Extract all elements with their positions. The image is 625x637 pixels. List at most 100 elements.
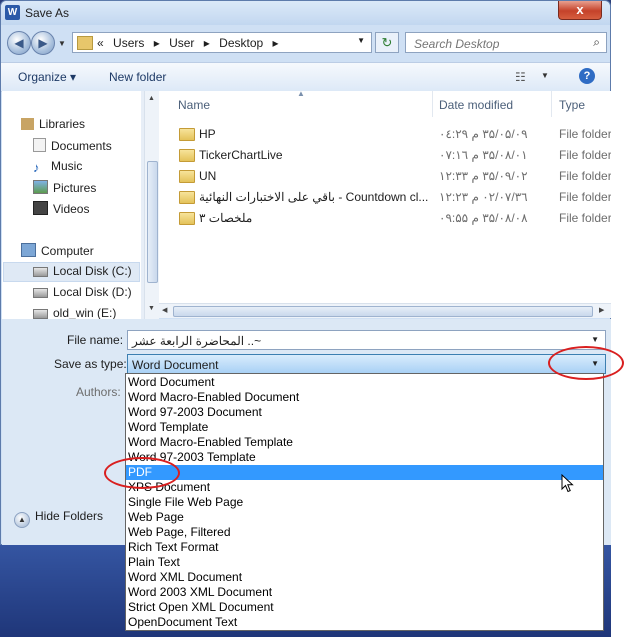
- address-dropdown-icon[interactable]: ▼: [357, 36, 365, 45]
- scrollbar-thumb[interactable]: [173, 306, 593, 317]
- breadcrumb: « Users ▸ User ▸ Desktop ▸: [97, 36, 285, 50]
- close-button[interactable]: x: [558, 1, 602, 20]
- scroll-left-icon[interactable]: ◀: [162, 306, 167, 314]
- column-separator[interactable]: [551, 91, 552, 117]
- dropdown-option[interactable]: Rich Text Format: [126, 540, 603, 555]
- nav-item-music[interactable]: ♪ Music: [33, 159, 82, 175]
- nav-item-pictures[interactable]: Pictures: [33, 180, 96, 195]
- dropdown-option[interactable]: OpenDocument Text: [126, 615, 603, 630]
- dropdown-option-pdf[interactable]: PDF: [126, 465, 603, 480]
- file-date: ۳۵/۰۸/۰۸ م ۰۹:۵۵: [439, 211, 528, 225]
- new-folder-button[interactable]: New folder: [109, 70, 166, 84]
- breadcrumb-desktop[interactable]: Desktop: [219, 36, 263, 50]
- search-input[interactable]: [412, 35, 586, 52]
- dropdown-option[interactable]: Plain Text: [126, 555, 603, 570]
- file-name: HP: [199, 127, 216, 141]
- table-row[interactable]: ملخصات ۳ ۳۵/۰۸/۰۸ م ۰۹:۵۵ File folder: [159, 208, 611, 228]
- dropdown-option[interactable]: Web Page, Filtered: [126, 525, 603, 540]
- dropdown-option[interactable]: Word 2003 XML Document: [126, 585, 603, 600]
- file-list: Name ▲ Date modified Type HP ۳۵/۰۵/۰۹ م …: [159, 91, 611, 303]
- save-as-type-select[interactable]: Word Document ▼: [127, 354, 606, 374]
- scroll-right-icon[interactable]: ▶: [599, 306, 604, 314]
- dropdown-option[interactable]: Web Page: [126, 510, 603, 525]
- dropdown-option[interactable]: Word 97-2003 Template: [126, 450, 603, 465]
- dropdown-option[interactable]: Word Template: [126, 420, 603, 435]
- table-row[interactable]: TickerChartLive ۳۵/۰۸/۰۱ م ۰۷:۱٦ File fo…: [159, 145, 611, 165]
- breadcrumb-separator-icon[interactable]: ▸: [204, 36, 210, 50]
- column-header-name[interactable]: Name: [178, 98, 210, 112]
- table-row[interactable]: باقي على الاختبارات النهائية - Countdown…: [159, 187, 611, 207]
- table-row[interactable]: HP ۳۵/۰۵/۰۹ م ۰٤:۲۹ File folder: [159, 124, 611, 144]
- dropdown-option[interactable]: Strict Open XML Document: [126, 600, 603, 615]
- videos-icon: [33, 201, 48, 215]
- hide-folders-button[interactable]: ▲ Hide Folders: [14, 509, 103, 528]
- mouse-cursor-icon: [561, 474, 574, 493]
- disk-icon: [33, 309, 48, 319]
- dropdown-option[interactable]: Single File Web Page: [126, 495, 603, 510]
- pictures-icon: [33, 180, 48, 194]
- save-as-type-label: Save as type:: [54, 357, 127, 371]
- file-name-field[interactable]: ~.. المحاضرة الرابعة عشر ▼: [127, 330, 606, 350]
- nav-item-libraries[interactable]: Libraries: [21, 117, 85, 131]
- documents-icon: [33, 138, 46, 152]
- breadcrumb-separator-icon[interactable]: ▸: [273, 36, 279, 50]
- file-type: File folder: [559, 127, 611, 141]
- view-options-dropdown-icon[interactable]: ▼: [541, 71, 549, 80]
- file-type: File folder: [559, 211, 611, 225]
- table-row[interactable]: UN ۳۵/۰۹/۰۲ م ۱۲:۳۳ File folder: [159, 166, 611, 186]
- address-bar[interactable]: « Users ▸ User ▸ Desktop ▸ ▼: [72, 32, 372, 53]
- recent-pages-dropdown-icon[interactable]: ▼: [58, 39, 66, 48]
- breadcrumb-separator-icon[interactable]: ▸: [154, 36, 160, 50]
- nav-item-local-disk-d[interactable]: Local Disk (D:): [33, 285, 132, 299]
- file-type: File folder: [559, 190, 611, 204]
- breadcrumb-user[interactable]: User: [169, 36, 194, 50]
- scroll-down-icon[interactable]: ▼: [148, 305, 155, 312]
- breadcrumb-overflow[interactable]: «: [97, 36, 104, 50]
- back-button[interactable]: ◀: [7, 31, 31, 55]
- dropdown-option[interactable]: Word Document: [126, 375, 603, 390]
- nav-item-old-win-e[interactable]: old_win (E:): [33, 306, 116, 319]
- nav-item-computer[interactable]: Computer: [21, 243, 94, 258]
- dropdown-option[interactable]: Word 97-2003 Document: [126, 405, 603, 420]
- help-icon[interactable]: ?: [579, 68, 595, 84]
- organize-button[interactable]: Organize ▾: [18, 70, 76, 84]
- chevron-down-icon[interactable]: ▼: [591, 335, 599, 344]
- breadcrumb-users[interactable]: Users: [113, 36, 144, 50]
- file-date: ۳۵/۰۸/۰۱ م ۰۷:۱٦: [439, 148, 528, 162]
- disk-icon: [33, 267, 48, 277]
- nav-item-local-disk-c[interactable]: Local Disk (C:): [33, 264, 132, 278]
- folder-location-icon: [77, 36, 93, 50]
- dropdown-option[interactable]: Word XML Document: [126, 570, 603, 585]
- computer-icon: [21, 243, 36, 257]
- dropdown-option[interactable]: Word Macro-Enabled Template: [126, 435, 603, 450]
- column-separator[interactable]: [432, 91, 433, 117]
- nav-item-label: Videos: [53, 202, 90, 216]
- file-name-label: File name:: [67, 333, 124, 347]
- nav-item-label: Documents: [51, 139, 112, 153]
- file-list-horizontal-scrollbar[interactable]: ◀ ▶: [159, 303, 611, 318]
- file-name: TickerChartLive: [199, 148, 283, 162]
- dropdown-option[interactable]: Word Macro-Enabled Document: [126, 390, 603, 405]
- scrollbar-thumb[interactable]: [147, 161, 158, 283]
- refresh-button[interactable]: ↻: [375, 32, 399, 53]
- title-bar: W Save As x: [1, 1, 610, 25]
- dropdown-option[interactable]: XPS Document: [126, 480, 603, 495]
- change-view-icon[interactable]: ☷: [515, 70, 526, 84]
- file-name-value: ~.. المحاضرة الرابعة عشر: [132, 334, 262, 348]
- nav-item-videos[interactable]: Videos: [33, 201, 89, 216]
- folder-icon: [179, 191, 195, 204]
- forward-button[interactable]: ▶: [31, 31, 55, 55]
- search-box[interactable]: ⌕: [405, 32, 607, 53]
- annotation-ellipse-pdf: [104, 457, 180, 489]
- scroll-up-icon[interactable]: ▲: [148, 95, 155, 102]
- desktop-background-right: [611, 0, 625, 637]
- nav-item-label: Libraries: [39, 117, 86, 131]
- save-as-type-value: Word Document: [132, 358, 219, 372]
- command-bar: Organize ▾ New folder ☷ ▼ ?: [1, 62, 610, 92]
- nav-item-label: Local Disk (D:): [53, 285, 132, 299]
- folder-icon: [179, 128, 195, 141]
- column-header-type[interactable]: Type: [559, 98, 585, 112]
- column-header-date[interactable]: Date modified: [439, 98, 513, 112]
- navigation-scrollbar[interactable]: ▲ ▼: [144, 91, 159, 319]
- nav-item-documents[interactable]: Documents: [33, 138, 112, 153]
